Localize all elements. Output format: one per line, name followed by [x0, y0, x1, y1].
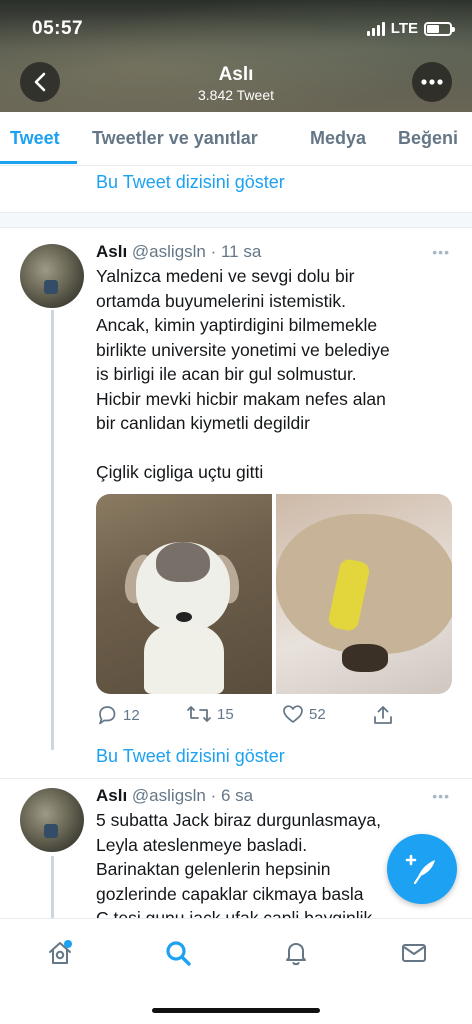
tweet-text: Yalnizca medeni ve sevgi dolu bir ortamd… — [96, 266, 390, 433]
avatar-2[interactable] — [20, 788, 84, 852]
tweet-time-2: · 6 sa — [210, 786, 254, 805]
like-count: 52 — [309, 705, 326, 723]
injured-puppy-photo[interactable] — [276, 494, 452, 694]
thread-line — [51, 310, 54, 750]
share-button[interactable] — [372, 704, 394, 726]
screen: 05:57 LTE Aslı 3.842 Tweet Tweet Tweetle… — [0, 0, 472, 1024]
tweet-meta-2: Aslı @asligsln · 6 sa — [96, 786, 253, 806]
puppy-photo[interactable] — [96, 494, 272, 694]
tweet-time: · 11 sa — [210, 242, 262, 261]
network-label: LTE — [390, 20, 418, 37]
thread-line-2 — [51, 856, 54, 920]
tweet-options-icon[interactable]: ••• — [432, 244, 450, 260]
show-thread-link-2[interactable]: Bu Tweet dizisini göster — [96, 746, 285, 767]
profile-name: Aslı — [218, 64, 254, 85]
compose-tweet-button[interactable] — [387, 834, 457, 904]
compose-feather-icon — [405, 854, 435, 885]
retweet-button[interactable]: 15 — [186, 704, 234, 724]
tweet-count: 3.842 Tweet — [197, 87, 275, 103]
search-icon[interactable] — [164, 939, 192, 967]
tweet-options-icon-2[interactable]: ••• — [432, 788, 450, 804]
home-indicator — [152, 1008, 320, 1013]
tab-likes[interactable]: Beğeni — [398, 128, 458, 149]
profile-header: 05:57 LTE Aslı 3.842 Tweet — [0, 0, 472, 112]
tab-tweets-and-replies[interactable]: Tweetler ve yanıtlar — [92, 128, 258, 149]
reply-button[interactable]: 12 — [96, 704, 140, 726]
status-time: 05:57 — [32, 18, 84, 39]
home-icon[interactable] — [46, 939, 74, 967]
tab-tweet[interactable]: Tweet — [10, 128, 60, 149]
like-button[interactable]: 52 — [282, 704, 326, 724]
tweet-author[interactable]: Aslı — [96, 242, 127, 261]
status-bar: 05:57 LTE — [0, 0, 472, 58]
tweet-text-2: Çiglik cigliga uçtu gitti — [96, 462, 264, 482]
messages-icon[interactable] — [400, 939, 428, 967]
heart-icon — [283, 705, 303, 723]
tweet-handle-2[interactable]: @asligsln — [132, 786, 206, 805]
reply-count: 12 — [123, 706, 140, 724]
signal-icon — [366, 21, 385, 36]
tweet-meta: Aslı @asligsln · 11 sa — [96, 242, 261, 262]
share-icon — [374, 706, 392, 724]
tweet-handle[interactable]: @asligsln — [132, 242, 206, 261]
notifications-icon[interactable] — [282, 939, 310, 967]
tweet-media — [96, 494, 452, 694]
more-button[interactable] — [412, 62, 452, 102]
avatar[interactable] — [20, 244, 84, 308]
tweet-actions: 12 15 52 — [96, 704, 396, 728]
profile-tabs: Tweet Tweetler ve yanıtlar Medya Beğeni — [0, 112, 472, 166]
show-thread-link[interactable]: Bu Tweet dizisini göster — [96, 172, 285, 193]
reply-icon — [99, 706, 116, 725]
header-title: Aslı 3.842 Tweet — [0, 64, 472, 103]
active-tab-indicator — [0, 161, 77, 164]
battery-icon — [424, 21, 455, 36]
tab-media[interactable]: Medya — [310, 128, 366, 149]
more-icon — [421, 79, 443, 85]
retweet-count: 15 — [217, 705, 234, 723]
tweet-author-2[interactable]: Aslı — [96, 786, 127, 805]
tweet-divider — [0, 778, 472, 779]
retweet-icon — [187, 706, 211, 722]
status-indicators: LTE — [366, 20, 455, 37]
section-divider — [0, 212, 472, 228]
